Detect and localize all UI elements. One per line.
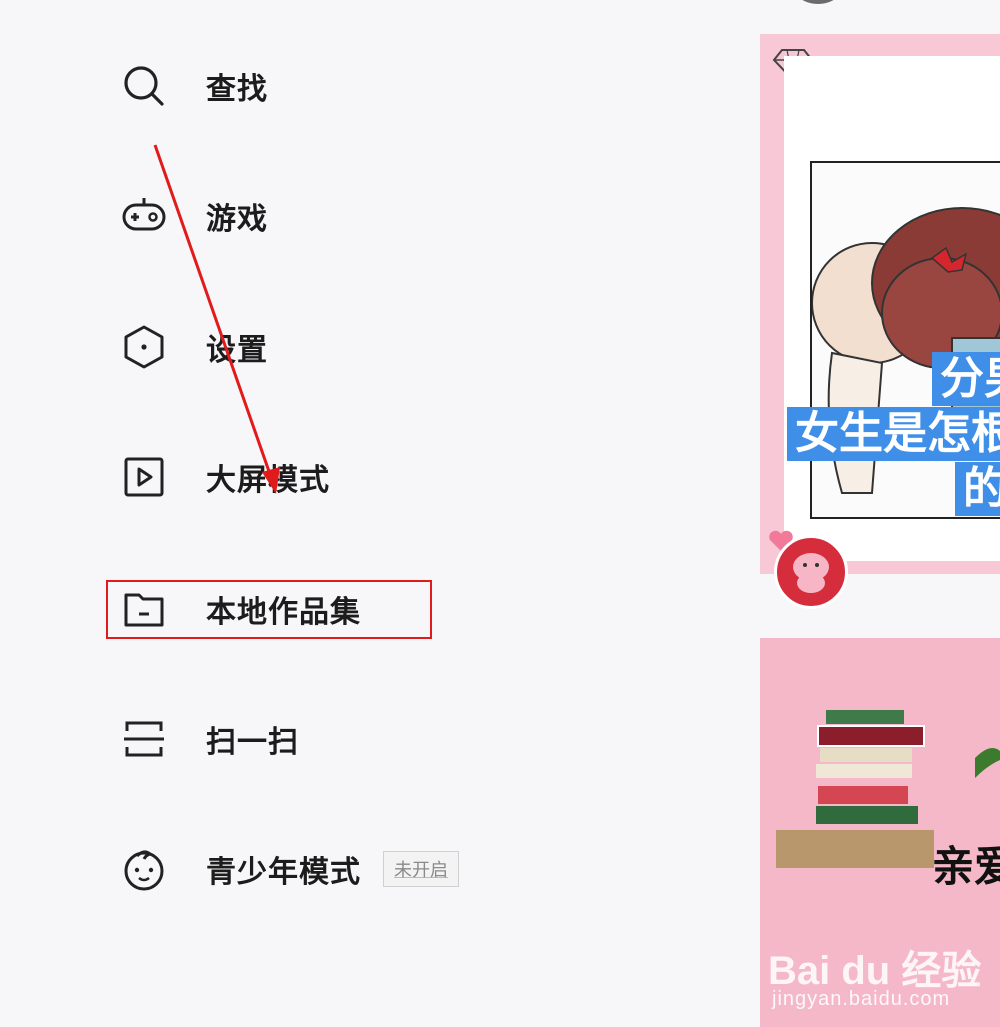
hexagon-settings-icon: [118, 321, 170, 373]
author-avatar[interactable]: [774, 535, 848, 609]
menu-item-search[interactable]: 查找: [118, 56, 678, 116]
caption-text: 分男: [932, 352, 1000, 406]
menu-item-scan[interactable]: 扫一扫: [118, 709, 678, 769]
scan-icon: [118, 713, 170, 765]
menu-item-settings[interactable]: 设置: [118, 317, 678, 377]
video-card[interactable]: 分男 女生是怎根 的: [760, 34, 1000, 574]
menu-item-label: 青少年模式: [206, 855, 361, 890]
avatar: [798, 0, 838, 4]
content-feed: 分男 女生是怎根 的 亲爱 Bai du 经验 jingyan.baidu.co…: [760, 0, 1000, 1027]
card-title: 亲爱: [932, 842, 1000, 891]
watermark-url: jingyan.baidu.com: [772, 988, 951, 1010]
highlight-box: [106, 580, 432, 639]
menu-item-large-screen[interactable]: 大屏模式: [118, 447, 678, 507]
caption-text: 女生是怎根: [787, 407, 1000, 461]
menu-item-teen-mode[interactable]: 青少年模式 未开启: [118, 839, 678, 899]
menu-item-label: 游戏: [206, 202, 268, 237]
video-card[interactable]: 亲爱 Bai du 经验 jingyan.baidu.com: [760, 638, 1000, 1027]
status-badge: 未开启: [383, 851, 459, 887]
menu-item-label: 大屏模式: [206, 463, 330, 498]
search-icon: [118, 60, 170, 112]
menu-item-label: 设置: [206, 333, 268, 368]
menu-item-games[interactable]: 游戏: [118, 186, 678, 246]
menu-item-label: 查找: [206, 72, 268, 107]
gamepad-icon: [118, 190, 170, 242]
menu-item-label: 扫一扫: [206, 725, 299, 760]
caption-text: 的: [955, 462, 1000, 516]
side-menu: 查找 游戏 设置 大屏模式 本地作品集 扫一扫 青少年模式 未开启: [0, 0, 740, 1027]
child-face-icon: [118, 843, 170, 895]
play-screen-icon: [118, 451, 170, 503]
